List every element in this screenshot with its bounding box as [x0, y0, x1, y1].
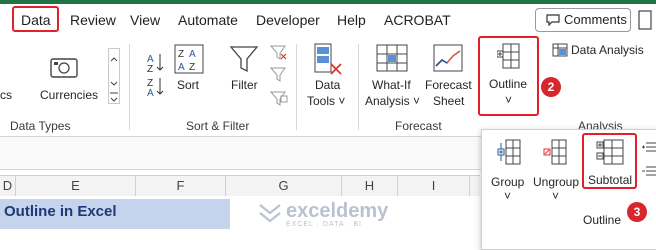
data-types-gallery-scroll[interactable]	[108, 48, 120, 104]
group-icon	[497, 139, 521, 165]
column-header-h[interactable]: H	[342, 176, 398, 196]
subtotal-label: Subtotal	[588, 173, 633, 187]
column-header-i[interactable]: I	[398, 176, 470, 196]
watermark-brand: exceldemy	[286, 200, 389, 222]
subtotal-icon	[596, 139, 624, 165]
comment-icon	[546, 14, 560, 26]
data-analysis-icon	[552, 43, 568, 57]
svg-text:A: A	[147, 88, 154, 96]
watermark-tagline: EXCEL · DATA · BI	[286, 221, 362, 228]
collapse-ribbon-icon[interactable]	[638, 10, 652, 30]
filter-button[interactable]: Filter	[231, 78, 258, 93]
tab-acrobat[interactable]: ACROBAT	[384, 10, 451, 30]
outline-icon	[497, 42, 521, 72]
exceldemy-logo-icon	[258, 201, 282, 223]
data-tab-highlight	[12, 6, 59, 32]
filter-icon	[229, 44, 259, 74]
show-detail-icon[interactable]	[642, 139, 656, 179]
data-types-group-label: Data Types	[10, 119, 71, 133]
what-if-label-2[interactable]: Analysis ˅	[365, 94, 420, 109]
forecast-sheet-icon	[433, 44, 463, 74]
column-header-d[interactable]: D	[0, 176, 16, 196]
outline-chevron-icon: ˅	[505, 93, 513, 107]
tab-view[interactable]: View	[130, 10, 160, 30]
forecast-sheet-label-2[interactable]: Sheet	[433, 94, 464, 109]
separator	[129, 44, 130, 130]
tab-help[interactable]: Help	[337, 10, 366, 30]
what-if-icon	[376, 44, 408, 74]
ungroup-icon	[543, 139, 567, 165]
currencies-button[interactable]: Currencies	[40, 88, 98, 103]
what-if-label-1[interactable]: What-If	[372, 78, 411, 93]
separator	[358, 44, 359, 130]
outline-popup-group-label: Outline	[583, 213, 622, 227]
step-badge-3: 3	[627, 202, 647, 222]
group-button[interactable]: Group	[491, 175, 524, 190]
sort-dialog-icon: ZAAZ	[174, 44, 204, 74]
outline-label: Outline	[489, 77, 528, 91]
forecast-sheet-label-1[interactable]: Forecast	[425, 78, 472, 93]
step-badge-2: 2	[541, 77, 561, 97]
forecast-group-label: Forecast	[395, 119, 442, 133]
group-chevron-icon: ˅	[504, 189, 512, 203]
ungroup-button[interactable]: Ungroup	[533, 175, 579, 190]
tab-automate[interactable]: Automate	[178, 10, 238, 30]
comments-label: Comments	[564, 12, 627, 27]
data-tools-icon	[313, 42, 343, 78]
column-header-g[interactable]: G	[226, 176, 342, 196]
sheet-title-text: Outline in Excel	[4, 203, 117, 220]
data-tools-label-1[interactable]: Data	[315, 78, 340, 93]
svg-text:A: A	[178, 62, 185, 73]
data-type-stocks-label[interactable]: cs	[0, 88, 12, 103]
column-header-e[interactable]: E	[16, 176, 136, 196]
sort-filter-group-label: Sort & Filter	[186, 119, 250, 133]
sort-az-icon[interactable]: AZZA	[145, 50, 165, 96]
column-headers: D E F G H I	[0, 175, 480, 197]
tab-review[interactable]: Review	[70, 10, 116, 30]
clear-filter-icon[interactable]	[270, 44, 288, 106]
svg-text:Z: Z	[178, 49, 184, 60]
data-tools-label-2[interactable]: Tools ˅	[307, 94, 345, 109]
currencies-icon	[48, 56, 80, 82]
svg-text:A: A	[189, 49, 196, 60]
svg-text:Z: Z	[147, 64, 153, 75]
svg-text:Z: Z	[189, 62, 195, 73]
column-header-f[interactable]: F	[136, 176, 226, 196]
ungroup-chevron-icon: ˅	[552, 189, 560, 203]
data-analysis-button[interactable]: Data Analysis	[571, 43, 644, 58]
tab-developer[interactable]: Developer	[256, 10, 320, 30]
comments-button[interactable]: Comments	[535, 8, 631, 32]
separator	[296, 44, 297, 130]
sort-button[interactable]: Sort	[177, 78, 199, 93]
